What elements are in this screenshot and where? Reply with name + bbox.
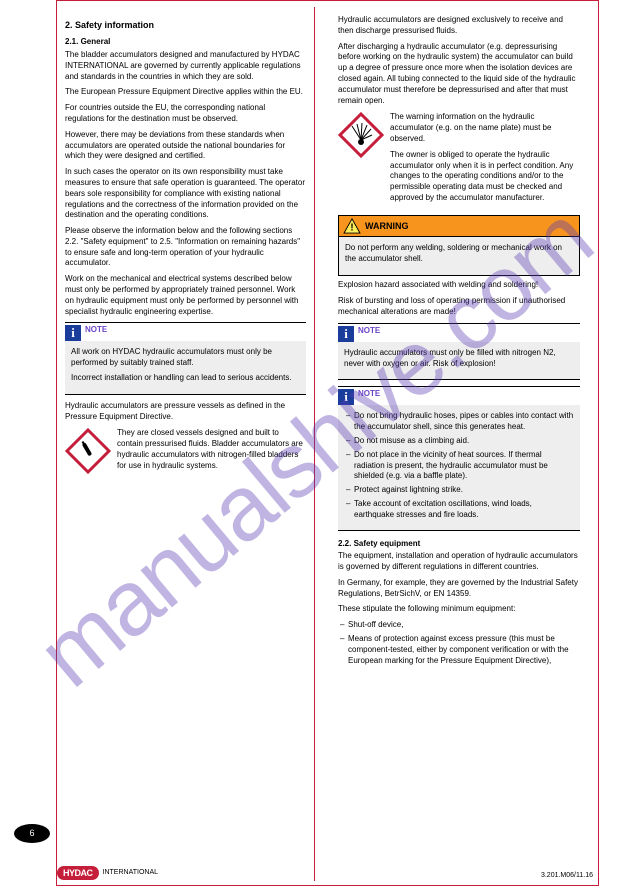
page-number: 6 bbox=[14, 824, 50, 843]
paragraph: The owner is obliged to operate the hydr… bbox=[390, 150, 580, 204]
list-item: Do not misuse as a climbing aid. bbox=[344, 436, 574, 447]
svg-text:!: ! bbox=[350, 222, 353, 233]
paragraph: For countries outside the EU, the corres… bbox=[65, 103, 306, 125]
warning-block: ! WARNING Do not perform any welding, so… bbox=[338, 215, 580, 277]
note-label: NOTE bbox=[358, 326, 380, 337]
warning-text: Do not perform any welding, soldering or… bbox=[345, 243, 573, 265]
note-text: Incorrect installation or handling can l… bbox=[71, 373, 300, 384]
note-block: i NOTE Hydraulic accumulators must only … bbox=[338, 323, 580, 381]
equipment-list: Shut-off device, Means of protection aga… bbox=[338, 620, 580, 666]
info-icon: i bbox=[338, 326, 354, 342]
footer-left-text: INTERNATIONAL bbox=[103, 868, 159, 877]
ghs-text: They are closed vessels designed and bui… bbox=[117, 428, 306, 471]
ghs-explosion-block: The warning information on the hydraulic… bbox=[338, 112, 580, 208]
note-body: Do not bring hydraulic hoses, pipes or c… bbox=[338, 405, 580, 530]
paragraph: Risk of bursting and loss of operating p… bbox=[338, 296, 580, 318]
ghs-text: The warning information on the hydraulic… bbox=[390, 112, 580, 208]
paragraph: The equipment, installation and operatio… bbox=[338, 551, 580, 573]
paragraph: The warning information on the hydraulic… bbox=[390, 112, 580, 144]
paragraph: Explosion hazard associated with welding… bbox=[338, 280, 580, 291]
list-item: Do not bring hydraulic hoses, pipes or c… bbox=[344, 411, 574, 433]
footer-right: 3.201.M06/11.16 bbox=[541, 871, 593, 880]
heading-safety-info: 2. Safety information bbox=[65, 19, 306, 31]
ghs-gas-cylinder-icon bbox=[65, 428, 111, 474]
list-item: Do not place in the vicinity of heat sou… bbox=[344, 450, 574, 482]
info-icon: i bbox=[338, 389, 354, 405]
warning-header: ! WARNING bbox=[338, 215, 580, 237]
list-item: Means of protection against excess press… bbox=[338, 634, 580, 666]
list-item: Protect against lightning strike. bbox=[344, 485, 574, 496]
paragraph: Work on the mechanical and electrical sy… bbox=[65, 274, 306, 317]
paragraph: These stipulate the following minimum eq… bbox=[338, 604, 580, 615]
paragraph: In such cases the operator on its own re… bbox=[65, 167, 306, 221]
paragraph: Hydraulic accumulators are designed excl… bbox=[338, 15, 580, 37]
paragraph: The European Pressure Equipment Directiv… bbox=[65, 87, 306, 98]
list-item: Take account of excitation oscillations,… bbox=[344, 499, 574, 521]
paragraph: Hydraulic accumulators are pressure vess… bbox=[65, 401, 306, 423]
note-label: NOTE bbox=[85, 325, 107, 336]
left-column: 2. Safety information 2.1. General The b… bbox=[57, 7, 315, 881]
list-item: Shut-off device, bbox=[338, 620, 580, 631]
note-text: All work on HYDAC hydraulic accumulators… bbox=[71, 347, 300, 369]
right-column: Hydraulic accumulators are designed excl… bbox=[330, 7, 588, 677]
paragraph: Please observe the information below and… bbox=[65, 226, 306, 269]
footer-left: HYDAC INTERNATIONAL bbox=[57, 866, 158, 880]
ghs-explosion-icon bbox=[338, 112, 384, 158]
note-label: NOTE bbox=[358, 389, 380, 400]
warning-triangle-icon: ! bbox=[343, 218, 361, 234]
warning-title: WARNING bbox=[365, 220, 409, 232]
info-icon: i bbox=[65, 325, 81, 341]
note-body: Hydraulic accumulators must only be fill… bbox=[338, 342, 580, 381]
paragraph: In Germany, for example, they are govern… bbox=[338, 578, 580, 600]
heading-safety-equipment: 2.2. Safety equipment bbox=[338, 539, 580, 550]
note-block: i NOTE Do not bring hydraulic hoses, pip… bbox=[338, 386, 580, 530]
paragraph: After discharging a hydraulic accumulato… bbox=[338, 42, 580, 107]
ghs-cylinder-block: They are closed vessels designed and bui… bbox=[65, 428, 306, 474]
warning-body: Do not perform any welding, soldering or… bbox=[338, 237, 580, 277]
note-body: All work on HYDAC hydraulic accumulators… bbox=[65, 341, 306, 394]
note-list: Do not bring hydraulic hoses, pipes or c… bbox=[344, 411, 574, 520]
paragraph: However, there may be deviations from th… bbox=[65, 130, 306, 162]
paragraph: The bladder accumulators designed and ma… bbox=[65, 50, 306, 82]
note-text: Hydraulic accumulators must only be fill… bbox=[344, 348, 574, 370]
note-block: i NOTE All work on HYDAC hydraulic accum… bbox=[65, 322, 306, 394]
heading-general: 2.1. General bbox=[65, 37, 306, 48]
page-frame: 2. Safety information 2.1. General The b… bbox=[56, 0, 599, 886]
hydac-logo: HYDAC bbox=[57, 866, 99, 880]
